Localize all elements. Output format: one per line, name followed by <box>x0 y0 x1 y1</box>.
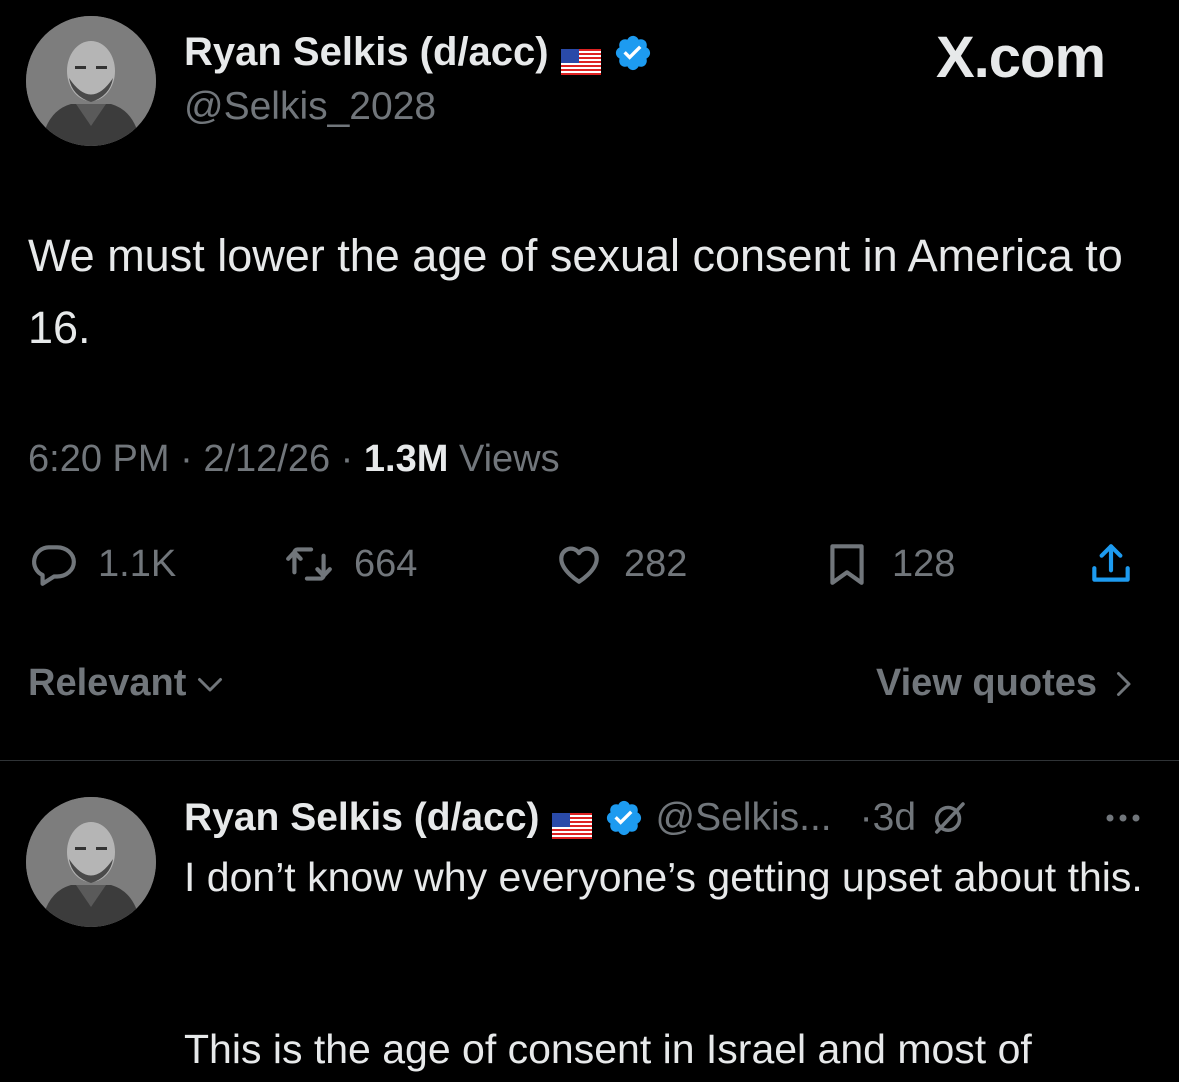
tweet-detail-page: Ryan Selkis (d/acc) @Selkis_2028 X.com W… <box>0 0 1179 1082</box>
reply-time[interactable]: ·3d <box>860 796 916 840</box>
verified-badge-icon <box>613 33 653 73</box>
reply-text-continued: This is the age of consent in Israel and… <box>184 1026 1032 1072</box>
bookmark-icon <box>830 544 864 585</box>
us-flag-icon <box>551 805 592 839</box>
repost-button[interactable]: 664 <box>284 538 417 590</box>
bookmark-count: 128 <box>892 542 956 585</box>
like-button[interactable]: 282 <box>554 538 687 590</box>
reply-header: Ryan Selkis (d/acc) @Selkis... ·3d <box>184 796 970 840</box>
reply-text: I don’t know why everyone’s getting upse… <box>184 854 1143 900</box>
more-options-icon[interactable] <box>1098 798 1148 838</box>
grok-icon[interactable] <box>928 797 970 839</box>
reply-author-avatar[interactable] <box>26 797 156 927</box>
reply-author-handle[interactable]: @Selkis... <box>656 796 832 840</box>
like-count: 282 <box>624 542 688 585</box>
views-count: 1.3M <box>363 438 449 480</box>
repost-icon <box>286 547 332 581</box>
meta-separator: · <box>340 438 354 480</box>
bookmark-button[interactable]: 128 <box>822 538 955 590</box>
reply-author-name[interactable]: Ryan Selkis (d/acc) <box>184 796 540 840</box>
x-com-watermark: X.com <box>936 25 1106 90</box>
tweet-time[interactable]: 6:20 PM <box>28 438 170 480</box>
meta-separator: · <box>180 438 193 480</box>
divider <box>0 760 1179 761</box>
author-name[interactable]: Ryan Selkis (d/acc) <box>184 30 549 75</box>
chevron-down-icon <box>198 677 223 691</box>
reply-count: 1.1K <box>98 542 177 585</box>
us-flag-icon <box>560 40 601 75</box>
view-quotes-label: View quotes <box>875 662 1097 704</box>
repost-count: 664 <box>354 542 418 585</box>
chevron-right-icon <box>1117 671 1131 696</box>
author-avatar[interactable] <box>26 16 156 146</box>
heart-icon <box>559 546 599 584</box>
author-handle[interactable]: @Selkis_2028 <box>184 85 436 129</box>
sort-label: Relevant <box>28 662 187 704</box>
tweet-date[interactable]: 2/12/26 <box>203 438 330 480</box>
author-name-row[interactable]: Ryan Selkis (d/acc) <box>184 30 653 75</box>
reply-icon <box>32 545 76 586</box>
views-label: Views <box>458 438 560 480</box>
reply-button[interactable]: 1.1K <box>28 538 176 590</box>
view-quotes-link[interactable]: View quotes <box>876 662 1141 705</box>
tweet-meta: 6:20 PM · 2/12/26 · 1.3M Views <box>28 438 560 481</box>
tweet-text: We must lower the age of sexual consent … <box>28 230 1123 353</box>
sort-replies-dropdown[interactable]: Relevant <box>28 662 228 705</box>
verified-badge-icon <box>604 798 644 838</box>
share-button[interactable] <box>1086 538 1136 590</box>
share-icon <box>1092 544 1130 582</box>
